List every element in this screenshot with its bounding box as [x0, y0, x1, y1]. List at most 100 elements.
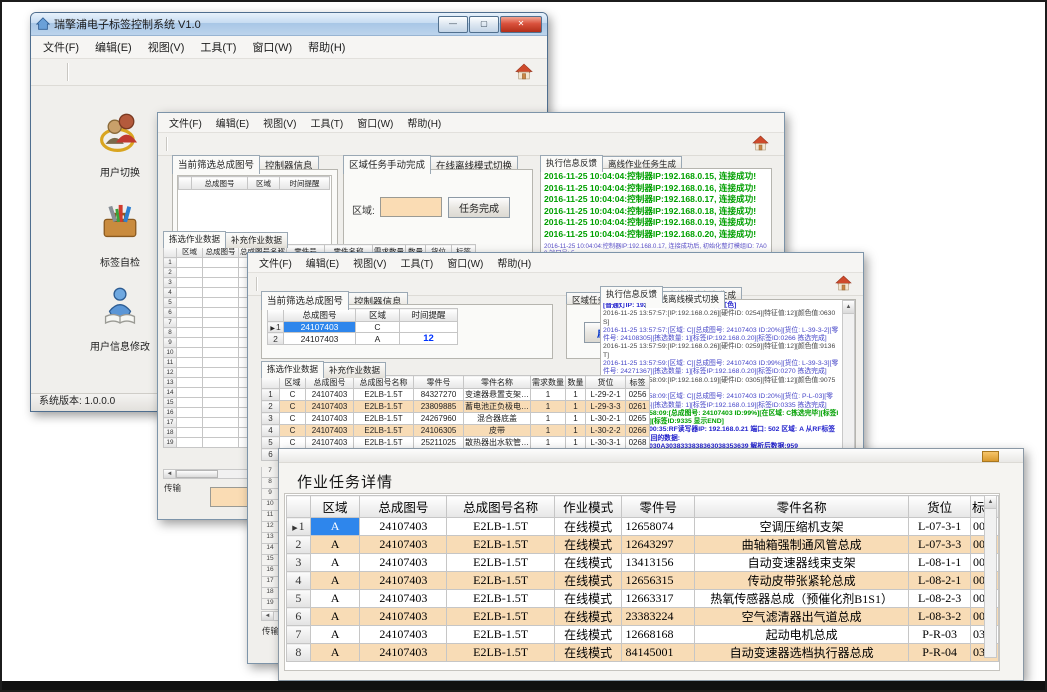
area-cell[interactable]: A — [310, 590, 359, 608]
row-number-cell[interactable]: 2 — [268, 333, 284, 345]
scroll-left-icon[interactable]: ◄ — [164, 470, 176, 478]
tab-replenish-data[interactable]: 补充作业数据 — [323, 362, 386, 378]
area-cell[interactable]: C — [280, 413, 306, 425]
location-cell[interactable]: L-08-2-1 — [909, 572, 971, 590]
area-cell[interactable]: A — [310, 518, 359, 536]
row-number-cell[interactable]: 12 — [261, 522, 279, 533]
row-number-cell[interactable]: 18 — [164, 428, 177, 438]
location-cell[interactable]: L-30-2-1 — [586, 413, 626, 425]
main-window-titlebar[interactable]: 瑞擎浦电子标签控制系统 V1.0 — ▢ ✕ — [31, 13, 547, 36]
area-cell[interactable]: C — [356, 322, 400, 333]
part-no-cell[interactable]: 84327270 — [414, 389, 464, 401]
row-number-cell[interactable]: 16 — [164, 408, 177, 418]
assembly-no-cell[interactable]: 24107403 — [360, 644, 447, 662]
work-mode-cell[interactable]: 在线模式 — [554, 554, 622, 572]
area-cell[interactable]: A — [356, 333, 400, 345]
table-row[interactable]: 7 A 24107403 E2LB-1.5T 在线模式 12668168 起动电… — [287, 626, 999, 644]
location-cell[interactable]: L-29-3-3 — [586, 401, 626, 413]
scroll-up-icon[interactable]: ▲ — [985, 496, 996, 509]
assembly-name-cell[interactable]: E2LB-1.5T — [447, 536, 554, 554]
row-number-cell[interactable]: 2 — [287, 536, 311, 554]
part-name-cell[interactable]: 空调压缩机支架 — [694, 518, 908, 536]
work-mode-cell[interactable]: 在线模式 — [554, 536, 622, 554]
area-cell[interactable]: A — [310, 554, 359, 572]
row-number-cell[interactable]: 8 — [164, 328, 177, 338]
part-no-cell[interactable]: 12668168 — [622, 626, 695, 644]
location-cell[interactable]: L-07-3-3 — [909, 536, 971, 554]
table-row[interactable]: 5 C 24107403 E2LB-1.5T 25211025 散热器出水软管…… — [262, 437, 650, 449]
menu-item[interactable]: 窗口(W) — [244, 36, 300, 58]
row-number-cell[interactable]: 17 — [164, 418, 177, 428]
assembly-name-cell[interactable]: E2LB-1.5T — [447, 518, 554, 536]
row-number-cell[interactable]: 7 — [287, 626, 311, 644]
table-row[interactable]: 1 A 24107403 E2LB-1.5T 在线模式 12658074 空调压… — [287, 518, 999, 536]
row-number-cell[interactable]: 10 — [164, 348, 177, 358]
assembly-no-cell[interactable]: 24107403 — [284, 333, 356, 345]
part-name-cell[interactable]: 自动变速器线束支架 — [694, 554, 908, 572]
table-row[interactable]: 5 A 24107403 E2LB-1.5T 在线模式 12663317 热氧传… — [287, 590, 999, 608]
assembly-no-cell[interactable]: 24107403 — [306, 413, 354, 425]
row-number-cell[interactable]: 5 — [287, 590, 311, 608]
row-number-cell[interactable]: 10 — [261, 500, 279, 511]
assembly-name-cell[interactable]: E2LB-1.5T — [354, 413, 414, 425]
assembly-no-cell[interactable]: 24107403 — [306, 425, 354, 437]
assembly-no-cell[interactable]: 24107403 — [360, 626, 447, 644]
assembly-name-cell[interactable]: E2LB-1.5T — [354, 389, 414, 401]
qty-cell[interactable]: 1 — [566, 425, 586, 437]
part-name-cell[interactable]: 自动变速器选档执行器总成 — [694, 644, 908, 662]
row-number-cell[interactable]: ▶1 — [268, 322, 284, 333]
assembly-name-cell[interactable]: E2LB-1.5T — [354, 401, 414, 413]
menu-item[interactable]: 窗口(W) — [350, 113, 400, 132]
table-row[interactable]: 4 A 24107403 E2LB-1.5T 在线模式 12656315 传动皮… — [287, 572, 999, 590]
table-row[interactable]: 6 A 24107403 E2LB-1.5T 在线模式 23383224 空气滤… — [287, 608, 999, 626]
tag-cell[interactable]: 0261 — [626, 401, 650, 413]
assembly-no-cell[interactable]: 24107403 — [360, 590, 447, 608]
row-number-cell[interactable]: 8 — [287, 644, 311, 662]
part-no-cell[interactable]: 24267960 — [414, 413, 464, 425]
tab-exec-feedback[interactable]: 执行信息反馈 — [600, 286, 663, 303]
assembly-name-cell[interactable]: E2LB-1.5T — [354, 425, 414, 437]
area-cell[interactable]: A — [310, 626, 359, 644]
minimize-button[interactable]: — — [438, 16, 468, 33]
row-number-cell[interactable]: 3 — [287, 554, 311, 572]
row-number-cell[interactable]: 7 — [261, 467, 279, 478]
row-number-cell[interactable]: 3 — [164, 278, 177, 288]
menu-item[interactable]: 工具(T) — [303, 113, 350, 132]
row-number-cell[interactable]: 16 — [261, 566, 279, 577]
sidebar-item-user-switch[interactable]: 用户切换 — [70, 111, 170, 179]
table-row[interactable]: 8 A 24107403 E2LB-1.5T 在线模式 84145001 自动变… — [287, 644, 999, 662]
location-cell[interactable]: L-30-3-1 — [586, 437, 626, 449]
row-number-cell[interactable]: 15 — [164, 398, 177, 408]
location-cell[interactable]: P-R-03 — [909, 626, 971, 644]
table-row[interactable]: 2 24107403 A 12 — [268, 333, 458, 345]
area-cell[interactable]: A — [310, 608, 359, 626]
req-qty-cell[interactable]: 1 — [531, 413, 566, 425]
menu-item[interactable]: 视图(V) — [256, 113, 303, 132]
row-number-cell[interactable]: 19 — [164, 438, 177, 448]
menu-item[interactable]: 编辑(E) — [87, 36, 140, 58]
part-no-cell[interactable]: 25211025 — [414, 437, 464, 449]
assembly-name-cell[interactable]: E2LB-1.5T — [447, 608, 554, 626]
vertical-scrollbar[interactable]: ▲ — [984, 495, 997, 658]
row-number-cell[interactable]: 1 — [164, 258, 177, 268]
part-no-cell[interactable]: 84145001 — [622, 644, 695, 662]
task-done-button[interactable]: 任务完成 — [448, 197, 510, 218]
tab-current-assembly[interactable]: 当前筛选总成图号 — [172, 155, 260, 174]
assembly-name-cell[interactable]: E2LB-1.5T — [447, 554, 554, 572]
menu-item[interactable]: 文件(F) — [252, 253, 299, 272]
assembly-name-cell[interactable]: E2LB-1.5T — [447, 626, 554, 644]
qty-cell[interactable]: 1 — [566, 401, 586, 413]
home-icon[interactable] — [752, 135, 772, 153]
tab-picking-data[interactable]: 拣选作业数据 — [261, 361, 324, 378]
menu-item[interactable]: 工具(T) — [393, 253, 440, 272]
location-cell[interactable]: L-30-2-2 — [586, 425, 626, 437]
qty-cell[interactable]: 1 — [566, 413, 586, 425]
part-no-cell[interactable]: 12663317 — [622, 590, 695, 608]
assembly-name-cell[interactable]: E2LB-1.5T — [447, 644, 554, 662]
row-number-cell[interactable]: 6 — [287, 608, 311, 626]
work-mode-cell[interactable]: 在线模式 — [554, 626, 622, 644]
menu-item[interactable]: 视图(V) — [346, 253, 393, 272]
row-number-cell[interactable]: 7 — [164, 318, 177, 328]
qty-cell[interactable]: 1 — [566, 389, 586, 401]
assembly-no-cell[interactable]: 24107403 — [360, 608, 447, 626]
